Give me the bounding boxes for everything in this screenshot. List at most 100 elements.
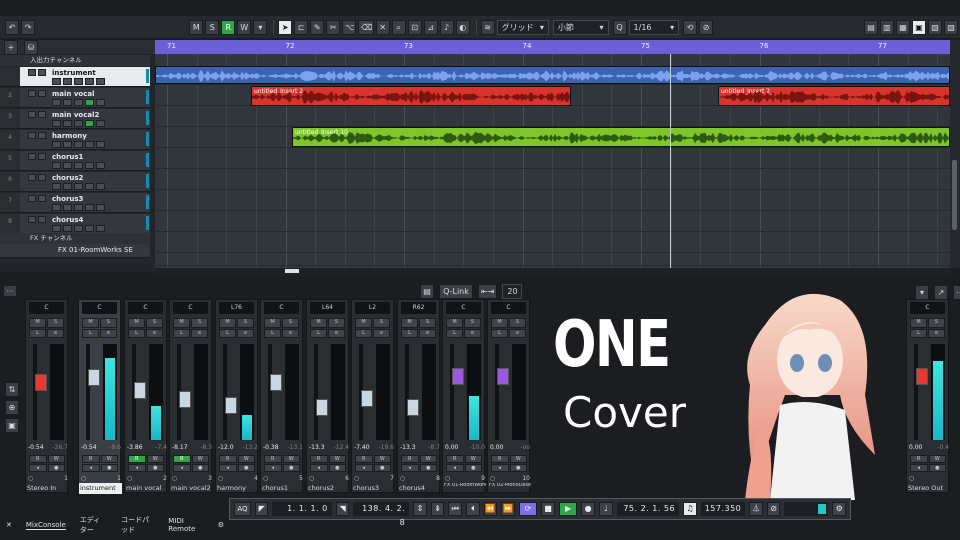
channel-strip[interactable]: R62 M S Le -13.3 -8.7 R W ◂ ● ○ 8 chorus4	[397, 299, 440, 493]
harmony-clip[interactable]: untitled_Insert 10_	[292, 127, 950, 147]
edit-button[interactable]: e	[282, 328, 299, 338]
read-button[interactable]	[85, 204, 94, 211]
track-3[interactable]: 3 main vocal2	[0, 109, 150, 129]
lock-button[interactable]	[74, 183, 83, 190]
fader-track[interactable]	[914, 344, 928, 440]
listen-button[interactable]: L	[446, 328, 463, 338]
channel-name[interactable]: instrument	[79, 483, 122, 494]
monitor-button[interactable]: ◂	[128, 464, 146, 472]
gear-icon[interactable]: ⚙	[218, 521, 224, 529]
listen-button[interactable]: L	[491, 328, 508, 338]
edit-button[interactable]	[63, 204, 72, 211]
write-button[interactable]	[96, 120, 105, 127]
time-warp-tool-icon[interactable]: ⊿	[423, 19, 438, 35]
solo-button[interactable]: S	[464, 318, 481, 328]
read-button[interactable]: R	[355, 455, 373, 463]
write-button[interactable]: W	[146, 455, 164, 463]
lock-button[interactable]	[74, 225, 83, 232]
tab-editor[interactable]: エディター	[80, 515, 107, 535]
read-button[interactable]: R	[82, 455, 100, 463]
mute-button[interactable]	[28, 153, 36, 160]
split-tool-icon[interactable]: ✂	[326, 19, 341, 35]
edit-button[interactable]: e	[328, 328, 345, 338]
tempo-field[interactable]: 157.350	[700, 502, 746, 516]
mute-button[interactable]	[28, 195, 36, 202]
mute-button[interactable]: M	[355, 318, 372, 328]
lock-button[interactable]	[74, 120, 83, 127]
track-8[interactable]: 8 chorus4	[0, 214, 150, 234]
left-locator-field[interactable]: 1. 1. 1. 0	[272, 502, 332, 516]
close-icon[interactable]: ✕	[6, 521, 12, 529]
record-enable-button[interactable]: ●	[509, 464, 527, 472]
solo-button[interactable]: S	[328, 318, 345, 328]
read-button[interactable]: R	[910, 455, 928, 463]
mute-all-button[interactable]: M	[189, 19, 204, 35]
track-preset-icon[interactable]: ⛁	[24, 39, 38, 55]
pan-knob[interactable]: C	[910, 302, 945, 314]
link-icon[interactable]: ○	[81, 475, 86, 482]
channel-strip[interactable]: L64 M S Le -13.3 -12.4 R W ◂ ● ○ 6 chorus2	[306, 299, 349, 493]
undo-button[interactable]: ↶	[5, 19, 20, 35]
link-icon[interactable]: ○	[309, 475, 314, 482]
layout-icon-5[interactable]: ▧	[928, 19, 942, 35]
punch-out-icon[interactable]: ⇟	[430, 502, 445, 516]
edit-button[interactable]: e	[419, 328, 436, 338]
record-enable-button[interactable]: ●	[419, 464, 437, 472]
listen-button[interactable]: L	[128, 328, 145, 338]
stop-button[interactable]: ■	[541, 502, 555, 516]
write-button[interactable]: W	[464, 455, 482, 463]
fader-track[interactable]	[177, 344, 191, 440]
mute-button[interactable]	[28, 216, 36, 223]
color-tool-icon[interactable]: ◐	[455, 19, 470, 35]
monitor-button[interactable]	[52, 78, 61, 85]
solo-button[interactable]	[38, 90, 46, 97]
record-enable-button[interactable]: ●	[928, 464, 946, 472]
read-button[interactable]	[85, 78, 94, 85]
visible-channels-field[interactable]: 20	[502, 283, 523, 299]
channel-name[interactable]: chorus4	[398, 483, 441, 494]
mixer-menu-icon[interactable]: ⋯	[4, 286, 16, 296]
record-enable-button[interactable]: ●	[373, 464, 391, 472]
edit-button[interactable]	[63, 78, 72, 85]
fader-track[interactable]	[495, 344, 509, 440]
lock-button[interactable]	[74, 99, 83, 106]
layout-icon-2[interactable]: ▥	[880, 19, 894, 35]
channel-name[interactable]: chorus2	[307, 483, 350, 494]
pan-knob[interactable]: R62	[401, 302, 436, 314]
edit-button[interactable]: e	[237, 328, 254, 338]
channel-name[interactable]: chorus3	[352, 483, 395, 494]
fader-track[interactable]	[405, 344, 419, 440]
draw-tool-icon[interactable]: ✎	[310, 19, 325, 35]
channel-name[interactable]: chorus1	[261, 483, 304, 494]
monitor-button[interactable]: ◂	[29, 464, 47, 472]
fader-handle[interactable]	[452, 368, 464, 385]
ruler[interactable]: 71 72 73 74 75 76 77	[155, 40, 950, 54]
mute-button[interactable]: M	[446, 318, 463, 328]
track-1[interactable]: instrument	[0, 67, 150, 87]
metronome-click-icon[interactable]: ♩	[598, 502, 613, 516]
solo-button[interactable]	[38, 132, 46, 139]
write-button[interactable]: W	[47, 455, 65, 463]
record-enable-button[interactable]: ●	[328, 464, 346, 472]
pan-knob[interactable]: C	[29, 302, 64, 314]
quantize-icon[interactable]: Q	[612, 19, 627, 35]
record-enable-button[interactable]: ●	[191, 464, 209, 472]
automation-mode-icon[interactable]: ▾	[253, 19, 268, 35]
mute-button[interactable]	[28, 174, 36, 181]
fader-track[interactable]	[359, 344, 373, 440]
tab-midi-remote[interactable]: MIDI Remote	[168, 517, 203, 533]
fader-track[interactable]	[86, 344, 100, 440]
channel-name[interactable]: harmony	[216, 483, 259, 494]
audio-quantize-button[interactable]: AQ	[234, 502, 251, 516]
track-5[interactable]: 5 chorus1	[0, 151, 150, 171]
range-tool-icon[interactable]: ⊏	[294, 19, 309, 35]
solo-button[interactable]: S	[146, 318, 163, 328]
link-icon[interactable]: ○	[354, 475, 359, 482]
speaker-tool-icon[interactable]: ♪	[439, 19, 454, 35]
tempo-icon[interactable]: ♫	[683, 502, 697, 516]
layout-icon-4[interactable]: ▣	[912, 19, 926, 35]
redo-button[interactable]: ↷	[21, 19, 36, 35]
listen-button[interactable]: L	[355, 328, 372, 338]
write-button[interactable]	[96, 183, 105, 190]
monitor-button[interactable]	[52, 162, 61, 169]
